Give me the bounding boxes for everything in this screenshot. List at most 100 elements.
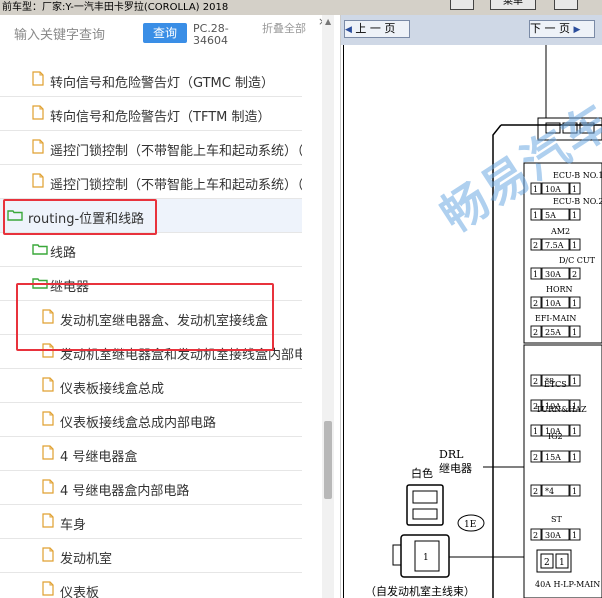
tree-item-label: 4 号继电器盒内部电路	[60, 484, 190, 499]
fuse-pin-right: 1	[572, 531, 577, 540]
fuse-pin-left: 2	[533, 328, 538, 337]
tree-file-item[interactable]: 车身	[0, 505, 302, 539]
diagram-viewer: ◀ 上 一 页 下 一 页 ▶ ECU-B NO.1 ECU-B NO.2 AM…	[341, 15, 602, 598]
fuse-amperage: 10A	[545, 299, 561, 308]
label-ecu-b-no2: ECU-B NO.2	[553, 197, 602, 206]
fuse-amperage: *8	[545, 377, 554, 386]
label-st: ST	[551, 515, 562, 524]
label-turn-haz: TURN&HAZ	[536, 405, 587, 414]
tree-file-item[interactable]: 转向信号和危险警告灯（GTMC 制造）	[0, 63, 302, 97]
scroll-up-icon[interactable]: ▲	[325, 17, 331, 26]
tree-item-label: 遥控门锁控制（不带智能上车和起动系统）（TFTM	[50, 178, 302, 193]
tree-item-label: 线路	[50, 246, 77, 261]
fuse-pin-right: 1	[572, 487, 577, 496]
tree-item-label: 车身	[60, 518, 87, 533]
fuse-amperage: *4	[545, 487, 554, 496]
tree-file-item[interactable]: 发动机室	[0, 539, 302, 573]
scrollbar[interactable]: ▲	[322, 15, 334, 598]
fuse-pin-right: 1	[572, 299, 577, 308]
collapse-all-button[interactable]: 折叠全部	[262, 23, 306, 35]
fuse-pin-left: 2	[533, 377, 538, 386]
document-icon	[42, 479, 54, 494]
fuse-row: 1 5A 1	[530, 208, 581, 221]
fuse-row: 1 10A 1	[530, 424, 581, 437]
tree-file-item[interactable]: 遥控门锁控制（不带智能上车和起动系统）（GTMC	[0, 131, 302, 165]
search-input[interactable]	[12, 25, 136, 45]
tree-file-item[interactable]: 转向信号和危险警告灯（TFTM 制造）	[0, 97, 302, 131]
document-icon	[42, 377, 54, 392]
document-icon	[32, 173, 44, 188]
fuse-pin-right: 1	[572, 211, 577, 220]
fuse-pin-right: 1	[572, 427, 577, 436]
document-icon	[32, 71, 44, 86]
arrow-left-icon: ◀	[345, 25, 352, 35]
top-info-bar: 前车型：厂家:Y-一汽丰田卡罗拉(COROLLA) 2018 菜单	[0, 0, 602, 16]
folder-icon	[32, 244, 48, 255]
tree-file-item[interactable]: 遥控门锁控制（不带智能上车和起动系统）（TFTM	[0, 165, 302, 199]
document-icon	[32, 105, 44, 120]
from-harness-label: （自发动机室主线束）	[365, 584, 475, 598]
highlight-box-routing	[3, 199, 157, 235]
drl-label: DRL	[439, 448, 464, 461]
fuse-pin-right: 1	[572, 402, 577, 411]
fuse-row: 2 30A 1	[530, 528, 581, 541]
label-h-lp-main: 40A H-LP-MAIN	[535, 580, 600, 589]
fuse-pin-left: 2	[533, 531, 538, 540]
label-am2: AM2	[550, 227, 570, 236]
document-icon	[42, 547, 54, 562]
vehicle-info: 前车型：厂家:Y-一汽丰田卡罗拉(COROLLA) 2018	[2, 2, 229, 13]
tree-item-label: 仪表板接线盒总成	[60, 382, 165, 397]
fuse-pin-left: 2	[533, 299, 538, 308]
tree-file-item[interactable]: 仪表板	[0, 573, 302, 598]
tree-file-item[interactable]: 仪表板接线盒总成内部电路	[0, 403, 302, 437]
relay-label: 继电器	[439, 462, 472, 475]
fuse-pin-right: 1	[572, 185, 577, 194]
toolbar-button-left[interactable]	[450, 0, 474, 10]
next-page-button[interactable]: 下 一 页 ▶	[529, 20, 595, 38]
arrow-right-icon: ▶	[573, 25, 581, 35]
tree-item-label: 转向信号和危险警告灯（TFTM 制造）	[50, 110, 271, 125]
fuse-amperage: 10A	[545, 427, 561, 436]
document-icon	[42, 581, 54, 596]
tree-folder-item[interactable]: 线路	[0, 233, 302, 267]
fuse-pin-left: 1	[533, 211, 538, 220]
page-nav-bar: ◀ 上 一 页 下 一 页 ▶	[341, 15, 602, 45]
fuse-amperage: 30A	[545, 531, 561, 540]
next-page-label: 下 一 页	[530, 22, 570, 35]
fuse-pin-left: 2	[533, 453, 538, 462]
fuse-pin-left: 1	[533, 270, 538, 279]
label-horn: HORN	[546, 285, 573, 294]
query-button[interactable]: 查询	[143, 23, 187, 43]
tree-file-item[interactable]: 4 号继电器盒内部电路	[0, 471, 302, 505]
fuse-amperage: 15A	[545, 453, 561, 462]
connector-code: 1E	[464, 520, 476, 530]
connector-pin: 1	[423, 553, 429, 563]
fuse-pin-right: 1	[572, 377, 577, 386]
fuse-row: 2 25A 1	[530, 325, 581, 338]
fuse-row: 2 7.5A 1	[530, 238, 581, 251]
fuse-amperage: 5A	[545, 211, 556, 220]
fuse-row: 2 15A 1	[530, 450, 581, 463]
tree-file-item[interactable]: 仪表板接线盒总成	[0, 369, 302, 403]
menu-button[interactable]: 菜单	[490, 0, 536, 10]
prev-page-label: 上 一 页	[355, 22, 396, 35]
tree-file-item[interactable]: 4 号继电器盒	[0, 437, 302, 471]
bottom-relay-left: 2	[544, 558, 550, 568]
scroll-thumb[interactable]	[324, 421, 332, 499]
bottom-relay-right: 1	[559, 558, 565, 568]
fuse-pin-right: 1	[572, 328, 577, 337]
fuse-pin-left: 2	[533, 241, 538, 250]
label-efi-main: EFI-MAIN	[535, 314, 576, 323]
highlight-box-relay	[16, 283, 274, 351]
fuse-pin-left: 1	[533, 427, 538, 436]
fuse-pin-left: 2	[533, 402, 538, 411]
fuse-row: 1 30A 2	[530, 267, 581, 280]
toolbar-button-right[interactable]	[554, 0, 578, 10]
tree-item-label: 发动机室	[60, 552, 113, 567]
document-icon	[32, 139, 44, 154]
fuse-pin-right: 1	[572, 453, 577, 462]
prev-page-button[interactable]: ◀ 上 一 页	[344, 20, 410, 38]
tree-item-label: 仪表板接线盒总成内部电路	[60, 416, 217, 431]
pc-code: PC.28-34604	[193, 22, 229, 47]
tree-item-label: 仪表板	[60, 586, 100, 598]
